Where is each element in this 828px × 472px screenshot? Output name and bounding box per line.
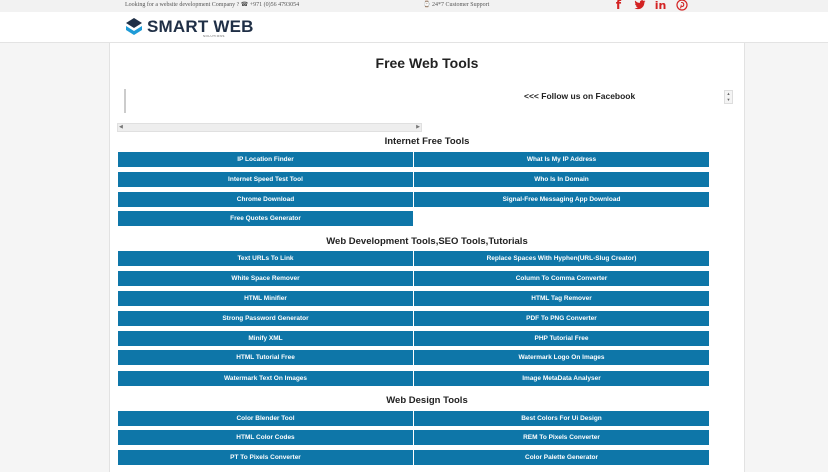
facebook-follow-link[interactable]: <<< Follow us on Facebook [524, 91, 635, 101]
tool-minify-xml[interactable]: Minify XML [118, 331, 413, 346]
left-gutter [0, 43, 110, 472]
tool-watermark-logo[interactable]: Watermark Logo On Images [414, 350, 709, 365]
tool-strong-password-generator[interactable]: Strong Password Generator [118, 311, 413, 326]
tool-html-minifier[interactable]: HTML Minifier [118, 291, 413, 306]
pinterest-icon[interactable] [675, 0, 688, 12]
facebook-icon[interactable]: f [612, 0, 625, 12]
tool-free-quotes-generator[interactable]: Free Quotes Generator [118, 211, 413, 226]
tool-who-is-domain[interactable]: Who Is In Domain [414, 172, 709, 187]
top-info-bar: Looking for a website development Compan… [0, 0, 828, 12]
linkedin-icon[interactable]: in [654, 0, 667, 12]
section-title-web-design-tools: Web Design Tools [386, 395, 468, 406]
scroll-left-icon[interactable]: ◀ [119, 124, 123, 131]
right-gutter [744, 43, 828, 472]
logo-name: SMART WEB [147, 17, 254, 36]
tool-html-tutorial[interactable]: HTML Tutorial Free [118, 350, 413, 365]
tool-watermark-text[interactable]: Watermark Text On Images [118, 371, 413, 386]
horizontal-scrollbar[interactable]: ◀ ▶ [117, 123, 422, 132]
section-title-web-dev-tools: Web Development Tools,SEO Tools,Tutorial… [326, 236, 528, 247]
section-title-internet-tools: Internet Free Tools [384, 136, 470, 147]
tool-pdf-to-png[interactable]: PDF To PNG Converter [414, 311, 709, 326]
tool-pt-to-pixels[interactable]: PT To Pixels Converter [118, 450, 413, 465]
twitter-icon[interactable] [633, 0, 646, 12]
logo-mark-icon [126, 18, 142, 35]
page-title: Free Web Tools [375, 55, 479, 71]
tool-white-space-remover[interactable]: White Space Remover [118, 271, 413, 286]
site-logo[interactable]: SMART WEB SOLUTIONS [125, 15, 254, 39]
tool-what-is-my-ip[interactable]: What Is My IP Address [414, 152, 709, 167]
tool-best-colors-ui[interactable]: Best Colors For Ui Design [414, 411, 709, 426]
tool-html-color-codes[interactable]: HTML Color Codes [118, 430, 413, 445]
tool-column-to-comma[interactable]: Column To Comma Converter [414, 271, 709, 286]
site-header: SMART WEB SOLUTIONS [0, 12, 828, 43]
tool-php-tutorial[interactable]: PHP Tutorial Free [414, 331, 709, 346]
facebook-widget-border [124, 89, 126, 113]
tool-url-slug-creator[interactable]: Replace Spaces With Hyphen(URL-Slug Crea… [414, 251, 709, 266]
support-info: ⌚ 24*7 Customer Support [423, 2, 490, 8]
widget-spinner[interactable]: ▲ ▼ [724, 90, 733, 104]
tool-rem-to-pixels[interactable]: REM To Pixels Converter [414, 430, 709, 445]
tool-color-palette-generator[interactable]: Color Palette Generator [414, 450, 709, 465]
social-links: f in [612, 0, 688, 12]
tool-internet-speed-test[interactable]: Internet Speed Test Tool [118, 172, 413, 187]
tool-signal-download[interactable]: Signal-Free Messaging App Download [414, 192, 709, 207]
tool-chrome-download[interactable]: Chrome Download [118, 192, 413, 207]
tool-ip-location-finder[interactable]: IP Location Finder [118, 152, 413, 167]
contact-info: Looking for a website development Compan… [125, 2, 300, 8]
tool-html-tag-remover[interactable]: HTML Tag Remover [414, 291, 709, 306]
main-content: Free Web Tools <<< Follow us on Facebook… [110, 43, 744, 472]
spinner-down-icon[interactable]: ▼ [725, 97, 732, 103]
tool-text-urls-to-link[interactable]: Text URLs To Link [118, 251, 413, 266]
tool-color-blender[interactable]: Color Blender Tool [118, 411, 413, 426]
scroll-right-icon[interactable]: ▶ [416, 124, 420, 131]
logo-tagline: SOLUTIONS [203, 34, 225, 38]
tool-image-metadata[interactable]: Image MetaData Analyser [414, 371, 709, 386]
